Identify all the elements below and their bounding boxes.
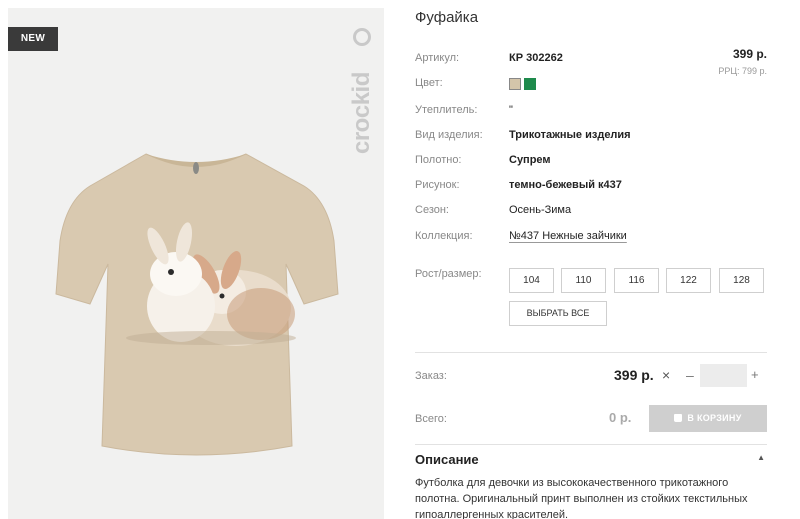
- tshirt-image: [55, 153, 339, 456]
- quantity-input[interactable]: [700, 364, 747, 387]
- collection-link[interactable]: №437 Нежные зайчики: [509, 230, 627, 242]
- add-to-cart-label: В КОРЗИНУ: [687, 413, 742, 423]
- product-title: Фуфайка: [415, 9, 479, 26]
- color-swatch-beige[interactable]: [509, 78, 521, 90]
- item-type-label: Вид изделия:: [415, 129, 483, 141]
- collection-label: Коллекция:: [415, 230, 473, 242]
- size-option-128[interactable]: 128: [719, 268, 764, 293]
- insulation-value: ": [509, 104, 513, 116]
- description-text: Футболка для девочки из высококачественн…: [415, 477, 748, 519]
- total-value: 0 р.: [609, 410, 632, 425]
- add-to-cart-button[interactable]: В КОРЗИНУ: [649, 405, 767, 432]
- brand-logo-icon: [353, 28, 371, 46]
- size-label: Рост/размер:: [415, 268, 482, 280]
- select-all-button[interactable]: ВЫБРАТЬ ВСЕ: [509, 301, 607, 326]
- season-value: Осень-Зима: [509, 204, 572, 216]
- size-option-104[interactable]: 104: [509, 268, 554, 293]
- product-price: 399 р.: [732, 47, 767, 61]
- decrease-quantity-button[interactable]: –: [686, 367, 694, 383]
- new-badge: NEW: [8, 27, 58, 51]
- pattern-value: темно-бежевый к437: [509, 179, 622, 191]
- order-label: Заказ:: [415, 370, 447, 382]
- order-price: 399 р.: [614, 367, 654, 383]
- size-option-122[interactable]: 122: [666, 268, 711, 293]
- size-option-116[interactable]: 116: [614, 268, 659, 293]
- fabric-value: Супрем: [509, 154, 551, 166]
- color-swatch-green[interactable]: [524, 78, 536, 90]
- divider: [415, 444, 767, 445]
- brand-watermark: crockid: [348, 72, 375, 154]
- times-icon: ×: [662, 367, 671, 383]
- recommended-price: РРЦ: 799 р.: [718, 66, 767, 76]
- pattern-label: Рисунок:: [415, 179, 460, 191]
- season-label: Сезон:: [415, 204, 449, 216]
- color-label: Цвет:: [415, 77, 443, 89]
- tshirt-tag: [193, 162, 199, 174]
- insulation-label: Утеплитель:: [415, 104, 478, 116]
- divider: [415, 352, 767, 353]
- shopping-bag-icon: [674, 414, 683, 422]
- size-option-110[interactable]: 110: [561, 268, 606, 293]
- product-photo[interactable]: NEW crockid: [8, 8, 384, 519]
- fabric-label: Полотно:: [415, 154, 462, 166]
- article-value: КР 302262: [509, 52, 563, 64]
- article-label: Артикул:: [415, 52, 460, 64]
- description-title[interactable]: Описание: [415, 452, 479, 467]
- total-label: Всего:: [415, 413, 447, 425]
- chevron-up-icon[interactable]: ▲: [757, 453, 765, 462]
- increase-quantity-button[interactable]: +: [751, 367, 759, 382]
- item-type-value: Трикотажные изделия: [509, 129, 631, 141]
